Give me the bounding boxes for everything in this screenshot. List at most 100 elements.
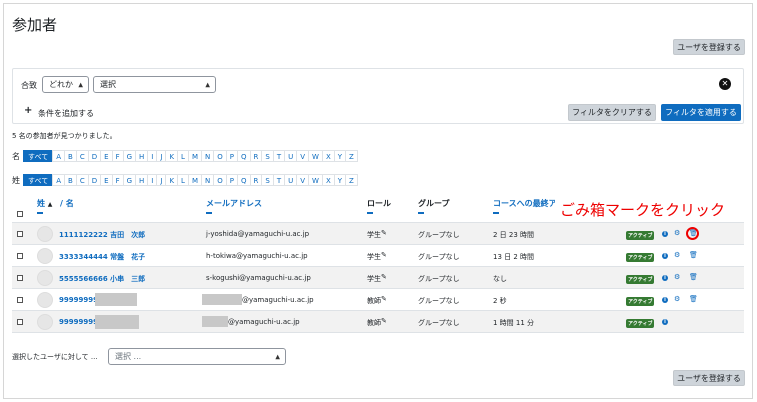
row-checkbox[interactable] <box>17 297 23 303</box>
header-role: ロール <box>367 199 391 208</box>
participant-last-access: 2 日 23 時間 <box>493 231 535 239</box>
enrol-users-button[interactable]: ユーザを登録する <box>673 39 745 55</box>
filter-type-select[interactable]: 選択 ▲︎ <box>93 76 216 93</box>
sort-email-link[interactable]: メールアドレス <box>206 198 262 209</box>
last-initial-letter[interactable]: M <box>187 174 202 186</box>
pencil-icon[interactable]: ✎ <box>381 295 387 303</box>
table-row: 99999999 @yamaguchi-u.ac.jp 教師 ✎ グループなし … <box>12 310 744 332</box>
match-label: 合致 <box>21 81 37 90</box>
match-select[interactable]: どれか ▲︎ <box>42 76 89 93</box>
info-icon[interactable]: i <box>662 253 668 259</box>
participant-role: 学生 <box>367 231 381 239</box>
first-initial-letter[interactable]: N <box>201 150 215 162</box>
first-initial-letter[interactable]: M <box>187 150 202 162</box>
first-initial-letter[interactable]: D <box>87 150 102 162</box>
info-icon[interactable]: i <box>662 319 668 325</box>
participant-name-link[interactable]: 1111122222 吉田 次郎 <box>59 230 145 240</box>
header-group: グループ <box>418 199 450 208</box>
bulk-action-select[interactable]: 選択 ... ▲︎ <box>108 348 286 365</box>
apply-filters-button[interactable]: フィルタを適用する <box>661 104 741 121</box>
gear-icon[interactable]: ⚙ <box>674 229 680 237</box>
pencil-icon[interactable]: ✎ <box>381 229 387 237</box>
last-initial-letter[interactable]: Q <box>237 174 251 186</box>
clear-filters-button[interactable]: フィルタをクリアする <box>568 104 656 121</box>
participant-name-link[interactable]: 99999999 <box>59 318 98 326</box>
enrol-users-button-bottom[interactable]: ユーザを登録する <box>673 370 745 386</box>
last-initial-letter[interactable]: H <box>135 174 149 186</box>
sort-ascending-icon: ▲︎ <box>47 201 53 208</box>
last-initial-letter[interactable]: Z <box>345 174 358 186</box>
bulk-action-label: 選択したユーザに対して ... <box>12 353 98 361</box>
info-icon[interactable]: i <box>662 231 668 237</box>
trash-icon[interactable]: 🗑︎ <box>689 251 698 259</box>
pencil-icon[interactable]: ✎ <box>381 273 387 281</box>
trash-icon[interactable]: 🗑︎ <box>689 273 698 281</box>
last-initial-letter[interactable]: D <box>87 174 102 186</box>
avatar <box>37 226 53 242</box>
participant-email: h-tokiwa@yamaguchi-u.ac.jp <box>206 252 308 260</box>
filter-panel: 合致 どれか ▲︎ 選択 ▲︎ ✕ + 条件を追加する フィルタをクリアする フ… <box>12 68 744 124</box>
gear-icon[interactable]: ⚙ <box>674 273 680 281</box>
info-icon[interactable]: i <box>662 275 668 281</box>
last-initial-all[interactable]: すべて <box>23 174 54 186</box>
last-initial-letter[interactable]: O <box>213 174 227 186</box>
participant-role: 教師 <box>367 297 381 305</box>
filter-type-value: 選択 <box>100 80 116 89</box>
collapse-email-icon[interactable] <box>206 212 212 214</box>
collapse-last-access-icon[interactable] <box>493 212 499 214</box>
participant-name-link[interactable]: 5555566666 小串 三郎 <box>59 274 145 284</box>
trash-icon[interactable]: 🗑︎ <box>689 295 698 303</box>
status-badge: アクティブ <box>626 231 655 240</box>
avatar <box>37 248 53 264</box>
add-condition-link[interactable]: 条件を追加する <box>38 108 94 119</box>
page-title: 参加者 <box>12 16 58 34</box>
chevron-updown-icon: ▲︎ <box>275 353 280 360</box>
last-name-initials-bar: すべて A B C D E F G H I J K L M N O P Q R … <box>23 174 358 186</box>
collapse-group-icon[interactable] <box>418 212 424 214</box>
status-badge: アクティブ <box>626 319 655 328</box>
participant-last-access: 13 日 2 時間 <box>493 253 535 261</box>
header-last-name: 姓 <box>37 199 45 208</box>
row-checkbox[interactable] <box>17 253 23 259</box>
pencil-icon[interactable]: ✎ <box>381 251 387 259</box>
first-initial-letter[interactable]: G <box>122 150 137 162</box>
instruction-annotation: ごみ箱マークをクリック <box>560 201 726 219</box>
sort-last-access-link[interactable]: コースへの最終アクセス <box>493 198 555 209</box>
participant-name-link[interactable]: 3333344444 常盤 花子 <box>59 252 145 262</box>
last-initial-letter[interactable]: W <box>308 174 323 186</box>
sort-first-name-link[interactable]: / 名 <box>60 198 74 209</box>
close-icon[interactable]: ✕ <box>719 78 731 90</box>
row-checkbox[interactable] <box>17 275 23 281</box>
sort-last-name-link[interactable]: 姓 ▲︎ <box>37 198 52 209</box>
gear-icon[interactable]: ⚙ <box>674 295 680 303</box>
participant-email: s-kogushi@yamaguchi-u.ac.jp <box>206 274 311 282</box>
first-initial-letter[interactable]: H <box>135 150 149 162</box>
status-badge: アクティブ <box>626 253 655 262</box>
participants-count: 5 名の参加者が見つかりました。 <box>12 132 117 140</box>
last-initial-letter[interactable]: G <box>122 174 137 186</box>
first-name-initials-label: 名 <box>12 152 20 161</box>
table-row: 99999999 @yamaguchi-u.ac.jp 教師 ✎ グループなし … <box>12 288 744 310</box>
first-initial-letter[interactable]: Z <box>345 150 358 162</box>
table-row: 3333344444 常盤 花子 h-tokiwa@yamaguchi-u.ac… <box>12 244 744 266</box>
pencil-icon[interactable]: ✎ <box>381 317 387 325</box>
row-checkbox[interactable] <box>17 231 23 237</box>
participant-name-link[interactable]: 99999999 <box>59 296 98 304</box>
first-name-initials-bar: すべて A B C D E F G H I J K L M N O P Q R … <box>23 150 358 162</box>
participant-last-access: なし <box>493 275 507 283</box>
first-initial-letter[interactable]: W <box>308 150 323 162</box>
select-all-checkbox[interactable] <box>17 211 23 217</box>
first-initial-letter[interactable]: O <box>213 150 227 162</box>
bulk-action-placeholder: 選択 ... <box>115 352 142 361</box>
gear-icon[interactable]: ⚙ <box>674 251 680 259</box>
last-initial-letter[interactable]: N <box>201 174 215 186</box>
first-initial-letter[interactable]: Q <box>237 150 251 162</box>
first-initial-all[interactable]: すべて <box>23 150 54 162</box>
participant-group: グループなし <box>418 275 460 283</box>
info-icon[interactable]: i <box>662 297 668 303</box>
chevron-updown-icon: ▲︎ <box>205 81 210 88</box>
collapse-name-icon[interactable] <box>37 212 43 214</box>
row-checkbox[interactable] <box>17 319 23 325</box>
collapse-role-icon[interactable] <box>367 212 373 214</box>
trash-highlight-ring <box>686 227 699 240</box>
